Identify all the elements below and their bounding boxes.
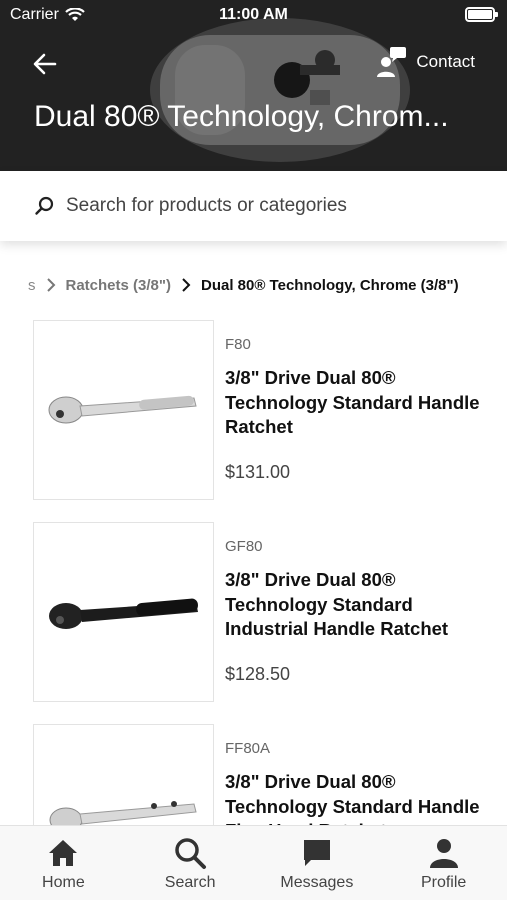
product-name[interactable]: 3/8" Drive Dual 80® Technology Standard … [225, 568, 490, 642]
tab-label: Messages [280, 874, 354, 891]
search-icon [173, 836, 207, 870]
product-card[interactable]: F80 3/8" Drive Dual 80® Technology Stand… [0, 310, 507, 500]
search-icon [35, 196, 54, 215]
tab-bar: Home Search Messages Profile [0, 825, 507, 900]
contact-button[interactable]: Contact [376, 46, 475, 78]
product-image[interactable] [33, 320, 214, 500]
product-name[interactable]: 3/8" Drive Dual 80® Technology Standard … [225, 366, 490, 440]
messages-icon [300, 836, 334, 870]
ratchet-image [48, 598, 198, 629]
product-price: $128.50 [225, 664, 291, 684]
header: Carrier 11:00 AM Contact Dual 80® Techno… [0, 0, 507, 171]
breadcrumb-item-previous[interactable]: s [28, 277, 36, 294]
status-time: 11:00 AM [219, 6, 288, 23]
tab-search[interactable]: Search [127, 826, 254, 900]
product-sku: FF80A [225, 740, 271, 757]
search-input[interactable]: Search for products or categories [66, 195, 347, 217]
status-bar: Carrier 11:00 AM [0, 0, 507, 32]
tab-profile[interactable]: Profile [380, 826, 507, 900]
breadcrumb-item-ratchets[interactable]: Ratchets (3/8") [66, 277, 171, 294]
profile-icon [427, 836, 461, 870]
page-title: Dual 80® Technology, Chrom... [34, 100, 449, 133]
chevron-right-icon [181, 277, 191, 293]
arrow-left-icon [33, 53, 57, 75]
product-name[interactable]: 3/8" Drive Dual 80® Technology Standard … [225, 770, 490, 825]
tab-label: Search [164, 874, 216, 891]
product-sku: F80 [225, 336, 251, 353]
breadcrumb-item-current: Dual 80® Technology, Chrome (3/8") [200, 276, 459, 294]
contact-label: Contact [416, 52, 475, 71]
tab-messages[interactable]: Messages [254, 826, 381, 900]
tab-label: Home [42, 874, 85, 891]
chevron-right-icon [46, 277, 56, 293]
tab-home[interactable]: Home [0, 826, 127, 900]
tab-label: Profile [420, 874, 467, 891]
back-button[interactable] [30, 50, 60, 78]
breadcrumb: s Ratchets (3/8") Dual 80® Technology, C… [0, 270, 507, 300]
product-card[interactable]: GF80 3/8" Drive Dual 80® Technology Stan… [0, 512, 507, 702]
product-sku: GF80 [225, 538, 263, 555]
product-image[interactable] [33, 724, 214, 825]
product-image[interactable] [33, 522, 214, 702]
product-card[interactable]: FF80A 3/8" Drive Dual 80® Technology Sta… [0, 714, 507, 825]
battery-icon [465, 7, 498, 22]
contact-icon [377, 47, 407, 77]
ratchet-image [48, 395, 197, 424]
product-list: F80 3/8" Drive Dual 80® Technology Stand… [0, 310, 507, 825]
home-icon [46, 836, 80, 870]
search-bar[interactable]: Search for products or categories [0, 171, 507, 241]
product-price: $131.00 [225, 462, 291, 482]
ratchet-image [49, 801, 197, 825]
